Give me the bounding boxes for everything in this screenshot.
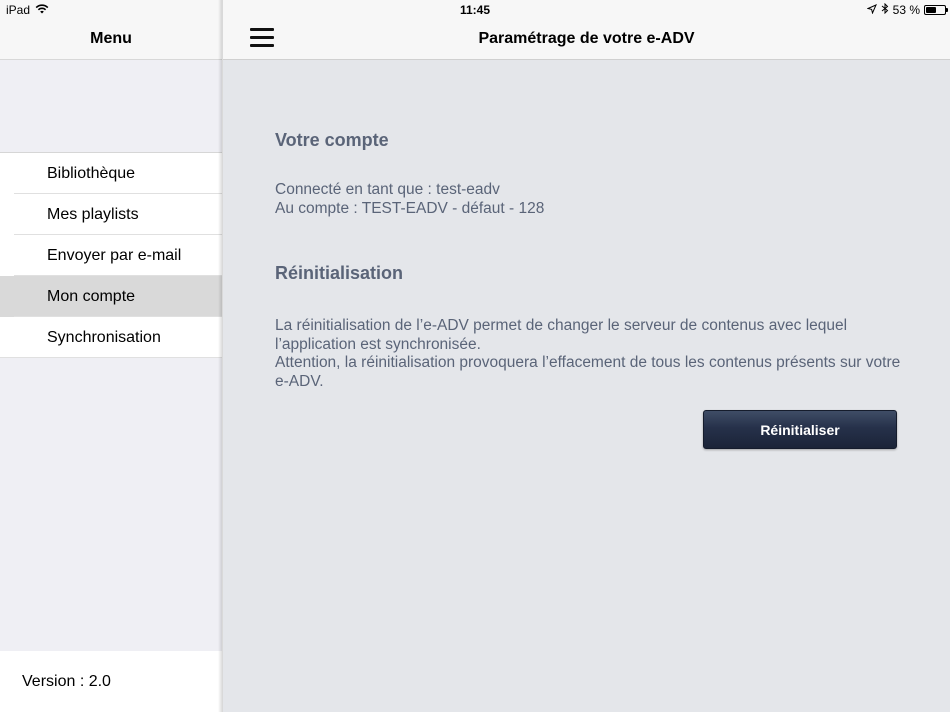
menu-item-label: Synchronisation — [47, 328, 161, 346]
menu-item-synchronisation[interactable]: Synchronisation — [0, 317, 222, 358]
sidebar-title: Menu — [90, 30, 132, 47]
menu-item-label: Bibliothèque — [47, 164, 136, 182]
sidebar: Menu Bibliothèque Mes playlists Envoyer … — [0, 0, 222, 712]
version-text: Version : 2.0 — [22, 672, 111, 690]
status-bar: iPad 11:45 53 % — [0, 0, 950, 20]
menu-list: Bibliothèque Mes playlists Envoyer par e… — [0, 152, 222, 358]
battery-percent: 53 % — [892, 3, 920, 17]
reset-warning: Attention, la réinitialisation provoquer… — [275, 354, 901, 390]
menu-item-label: Mes playlists — [47, 205, 139, 223]
status-right: 53 % — [866, 2, 948, 17]
reset-description: La réinitialisation de l’e-ADV permet de… — [275, 317, 848, 353]
bluetooth-icon — [881, 2, 889, 17]
location-arrow-icon — [866, 3, 877, 17]
version-label: Version : 2.0 — [0, 651, 222, 712]
status-time: 11:45 — [459, 3, 491, 17]
reset-button[interactable]: Réinitialiser — [703, 410, 897, 449]
battery-icon — [924, 5, 948, 15]
menu-item-mes-playlists[interactable]: Mes playlists — [0, 194, 222, 235]
menu-item-label: Mon compte — [47, 287, 136, 305]
reset-heading: Réinitialisation — [275, 263, 404, 283]
page-title: Paramétrage de votre e-ADV — [478, 30, 695, 47]
account-heading: Votre compte — [275, 130, 389, 150]
account-user-line: Connecté en tant que : test-eadv — [275, 181, 500, 198]
menu-item-envoyer-email[interactable]: Envoyer par e-mail — [0, 235, 222, 276]
account-name-line: Au compte : TEST-EADV - défaut - 128 — [275, 200, 545, 217]
main-panel: Paramétrage de votre e-ADV Votre compte … — [223, 0, 950, 712]
menu-item-bibliotheque[interactable]: Bibliothèque — [0, 153, 222, 194]
menu-item-label: Envoyer par e-mail — [47, 246, 182, 264]
menu-item-mon-compte[interactable]: Mon compte — [0, 276, 222, 317]
